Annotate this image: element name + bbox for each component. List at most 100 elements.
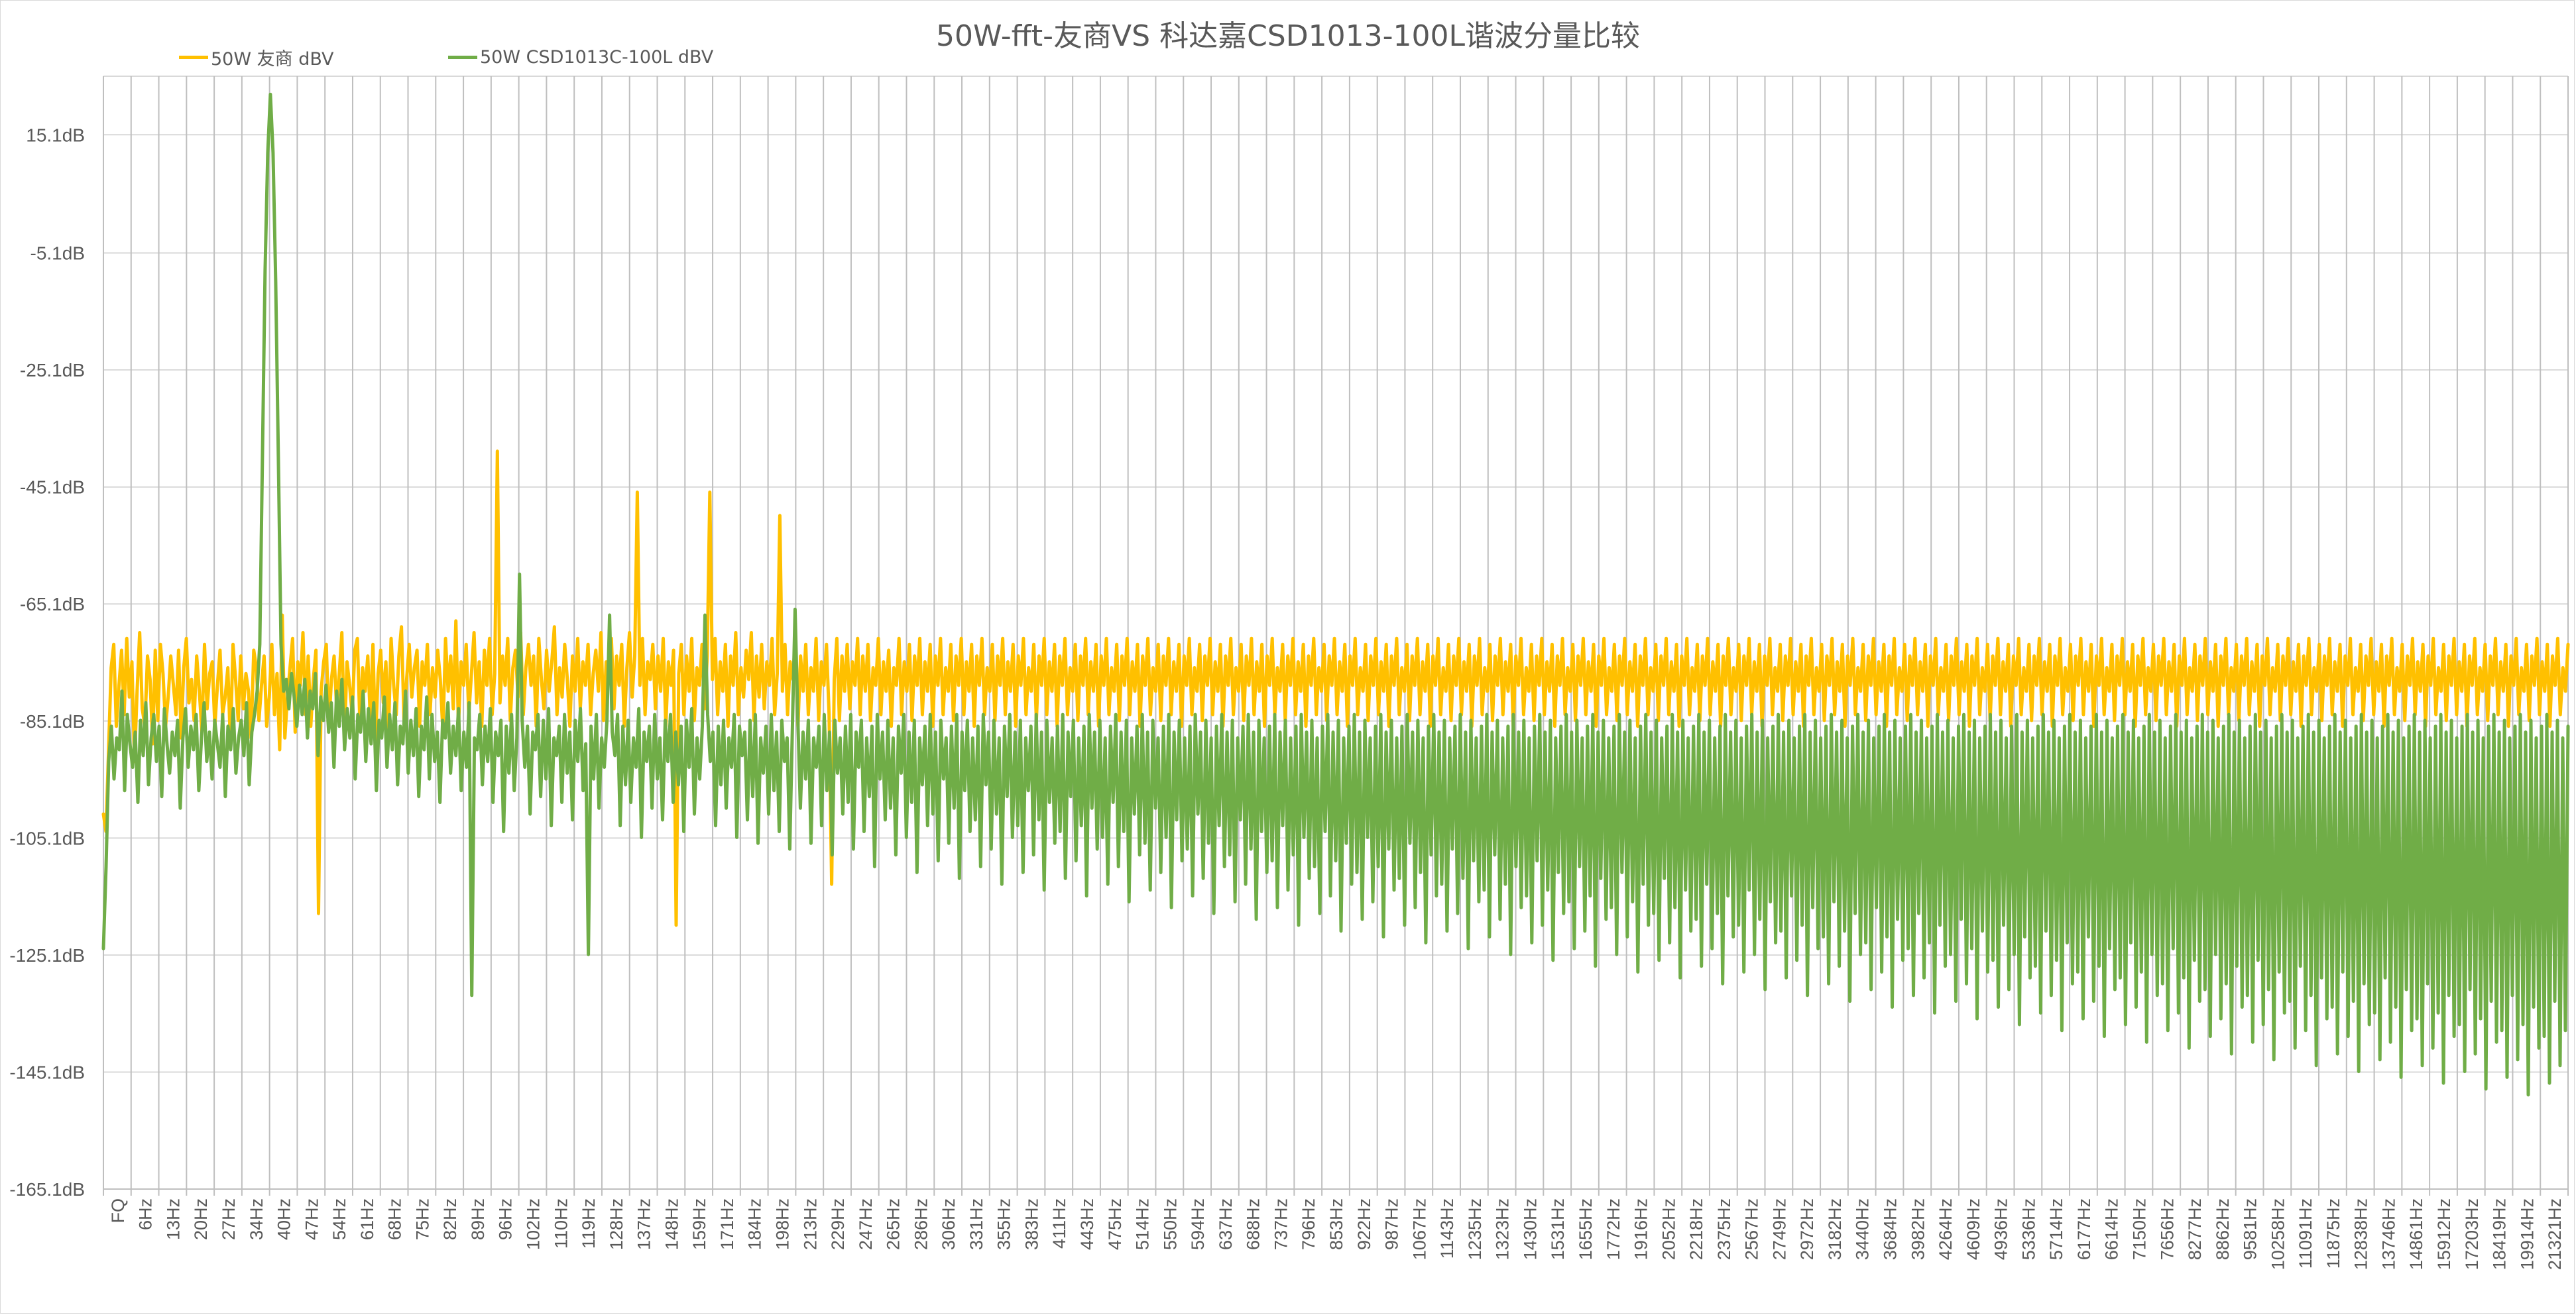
x-tick-label: 10258Hz (2268, 1198, 2288, 1270)
x-tick-label: 47Hz (302, 1198, 322, 1240)
x-tick-label: 737Hz (1271, 1198, 1291, 1250)
y-tick-label: -105.1dB (9, 828, 85, 848)
x-tick-label: 411Hz (1049, 1198, 1069, 1249)
x-tick-label: 137Hz (634, 1198, 654, 1250)
x-tick-label: 27Hz (219, 1198, 239, 1240)
x-tick-label: 2052Hz (1659, 1198, 1678, 1260)
x-tick-label: 475Hz (1105, 1198, 1125, 1250)
x-tick-label: 1531Hz (1548, 1198, 1568, 1260)
x-tick-label: 34Hz (247, 1198, 266, 1240)
x-tick-label: 6Hz (136, 1198, 156, 1230)
x-tick-label: 19914Hz (2517, 1198, 2537, 1270)
x-tick-label: 75Hz (412, 1198, 432, 1240)
chart-plot: -165.1dB -145.1dB -125.1dB -105.1dB -85.1dB -… (9, 76, 2570, 1270)
x-tick-label: 128Hz (607, 1198, 626, 1250)
x-tick-label: 4936Hz (1991, 1198, 2011, 1260)
x-tick-label: 3440Hz (1853, 1198, 1873, 1260)
x-tick-label: 2567Hz (1742, 1198, 1762, 1260)
x-tick-label: 987Hz (1382, 1198, 1402, 1250)
x-tick-label: 6614Hz (2102, 1198, 2122, 1260)
x-tick-label: 11875Hz (2323, 1198, 2343, 1269)
x-tick-label: 922Hz (1354, 1198, 1374, 1250)
x-tick-label: 8862Hz (2213, 1198, 2233, 1260)
x-tick-label: 1323Hz (1493, 1198, 1513, 1260)
x-tick-label: 13746Hz (2378, 1198, 2398, 1270)
x-tick-label: FQ (108, 1198, 128, 1224)
x-tick-label: 6177Hz (2074, 1198, 2094, 1260)
x-tick-label: 119Hz (579, 1198, 599, 1249)
x-tick-label: 355Hz (994, 1198, 1014, 1250)
x-tick-label: 11091Hz (2296, 1198, 2315, 1269)
x-tick-label: 853Hz (1326, 1198, 1346, 1250)
x-tick-label: 383Hz (1022, 1198, 1041, 1250)
y-tick-label: -145.1dB (9, 1062, 85, 1082)
series-line-2 (101, 92, 2570, 1097)
y-tick-label: -45.1dB (20, 477, 85, 498)
y-tick-label: -25.1dB (20, 360, 85, 380)
x-tick-label: 40Hz (274, 1198, 294, 1240)
x-tick-label: 198Hz (772, 1198, 792, 1250)
y-tick-label: 15.1dB (26, 125, 85, 145)
x-tick-label: 171Hz (717, 1198, 737, 1250)
x-tick-label: 1143Hz (1437, 1198, 1457, 1259)
x-tick-label: 1655Hz (1576, 1198, 1596, 1260)
x-tick-label: 306Hz (939, 1198, 959, 1250)
x-tick-label: 331Hz (966, 1198, 986, 1250)
x-tick-label: 2972Hz (1797, 1198, 1817, 1260)
x-tick-label: 54Hz (329, 1198, 349, 1240)
series-lines (101, 92, 2570, 1097)
x-tick-label: 13Hz (163, 1198, 183, 1240)
x-tick-label: 82Hz (440, 1198, 460, 1240)
x-tick-label: 2375Hz (1714, 1198, 1734, 1260)
x-tick-label: 796Hz (1299, 1198, 1318, 1250)
x-tick-label: 637Hz (1216, 1198, 1236, 1250)
x-tick-label: 7656Hz (2157, 1198, 2177, 1260)
y-tick-label: -165.1dB (9, 1179, 85, 1200)
x-tick-label: 1067Hz (1409, 1198, 1429, 1260)
x-tick-label: 21321Hz (2545, 1198, 2565, 1270)
x-tick-label: 594Hz (1188, 1198, 1208, 1250)
y-axis-ticks: -165.1dB -145.1dB -125.1dB -105.1dB -85.1dB -… (9, 125, 85, 1200)
x-tick-label: 89Hz (468, 1198, 488, 1240)
x-tick-label: 247Hz (856, 1198, 876, 1250)
x-tick-label: 213Hz (800, 1198, 820, 1250)
x-tick-label: 3684Hz (1881, 1198, 1901, 1260)
x-tick-label: 2749Hz (1769, 1198, 1789, 1260)
x-tick-label: 3982Hz (1908, 1198, 1928, 1260)
x-tick-label: 148Hz (662, 1198, 681, 1250)
x-tick-label: 14861Hz (2406, 1198, 2426, 1270)
x-tick-label: 102Hz (524, 1198, 544, 1250)
x-tick-label: 514Hz (1133, 1198, 1153, 1250)
x-tick-label: 3182Hz (1825, 1198, 1845, 1260)
x-tick-label: 550Hz (1160, 1198, 1180, 1250)
x-tick-label: 18419Hz (2490, 1198, 2510, 1270)
x-tick-label: 184Hz (745, 1198, 765, 1250)
x-axis-ticks: FQ 6Hz 13Hz 20Hz 27Hz 34Hz 40Hz 47Hz 54Hz 61Hz 68H… (108, 1198, 2565, 1270)
y-tick-label: -5.1dB (30, 243, 86, 264)
x-tick-label: 12838Hz (2351, 1198, 2371, 1270)
x-tick-label: 20Hz (191, 1198, 211, 1240)
x-tick-label: 5336Hz (2019, 1198, 2038, 1260)
x-tick-label: 286Hz (911, 1198, 931, 1250)
x-tick-label: 2218Hz (1686, 1198, 1706, 1260)
x-tick-label: 110Hz (551, 1198, 571, 1249)
x-tick-label: 4264Hz (1936, 1198, 1956, 1260)
x-tick-label: 1235Hz (1465, 1198, 1485, 1260)
x-tick-label: 1916Hz (1631, 1198, 1651, 1260)
y-tick-label: -125.1dB (9, 945, 85, 966)
x-tick-label: 96Hz (496, 1198, 516, 1240)
x-tick-label: 159Hz (689, 1198, 709, 1250)
x-tick-label: 61Hz (357, 1198, 377, 1240)
x-tick-label: 5714Hz (2046, 1198, 2066, 1260)
x-tick-label: 1430Hz (1520, 1198, 1540, 1260)
x-tick-label: 443Hz (1077, 1198, 1097, 1250)
x-tick-label: 17203Hz (2462, 1198, 2482, 1270)
y-tick-label: -65.1dB (20, 594, 85, 614)
x-tick-label: 229Hz (828, 1198, 848, 1250)
x-tick-label: 688Hz (1244, 1198, 1263, 1250)
x-tick-label: 265Hz (884, 1198, 904, 1250)
x-tick-label: 15912Hz (2434, 1198, 2454, 1270)
x-tick-label: 9581Hz (2241, 1198, 2260, 1260)
x-tick-label: 7150Hz (2129, 1198, 2149, 1260)
x-tick-label: 68Hz (385, 1198, 405, 1240)
